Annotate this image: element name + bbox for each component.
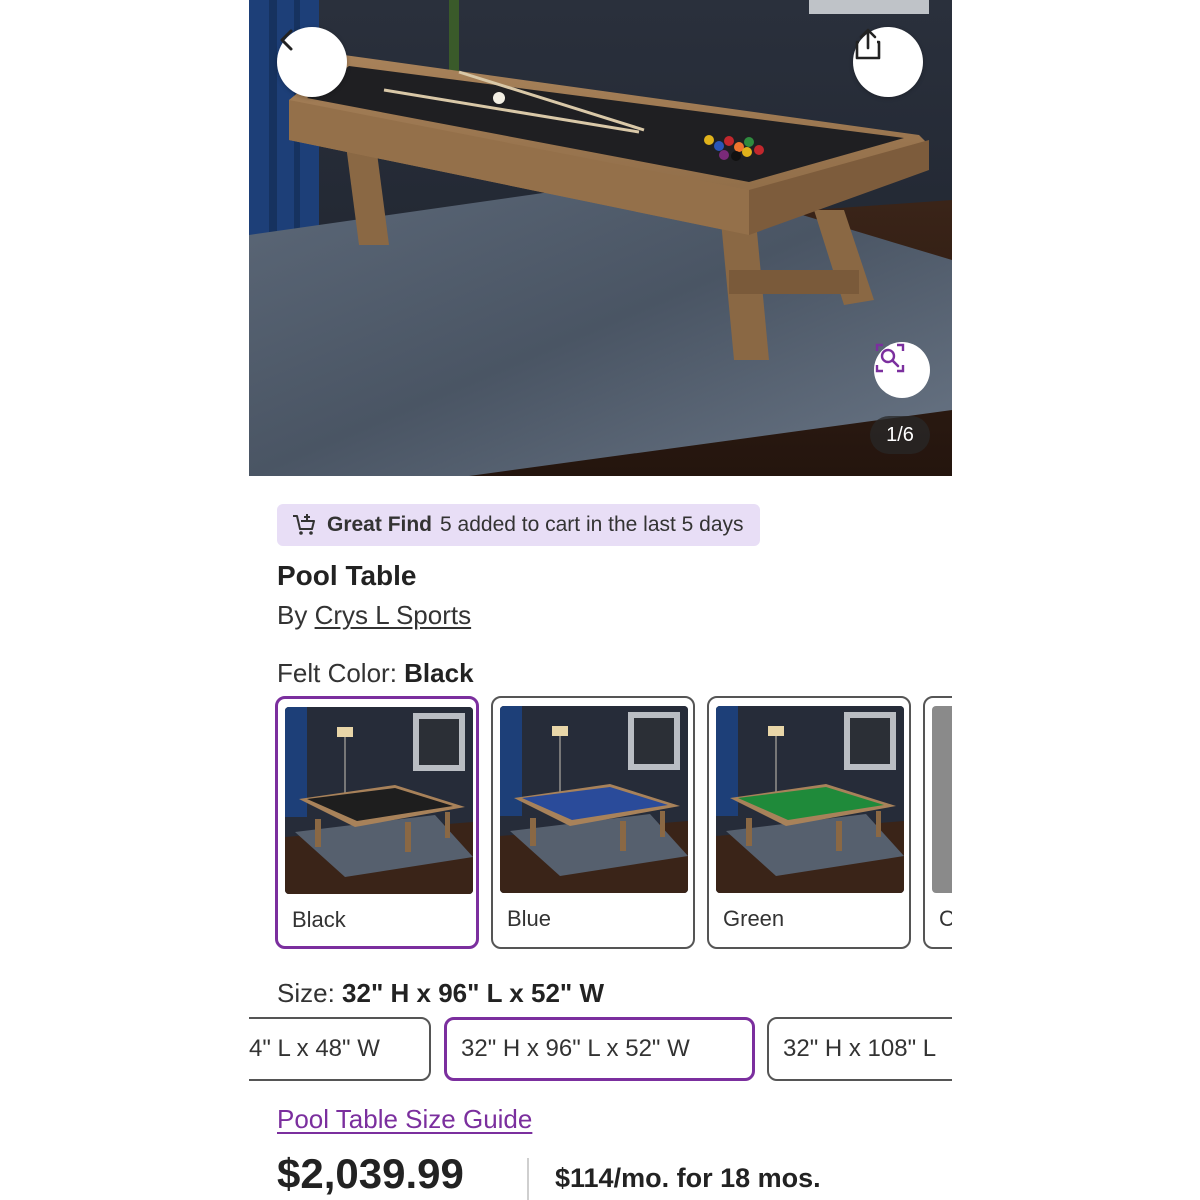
- felt-thumbnail: [500, 706, 688, 893]
- price-divider: [527, 1158, 529, 1200]
- felt-thumbnail: [716, 706, 904, 893]
- felt-color-options: Black Blue Green: [275, 696, 952, 950]
- size-selected: 32" H x 96" L x 52" W: [342, 978, 605, 1008]
- felt-color-prefix: Felt Color:: [277, 658, 397, 688]
- byline-prefix: By: [277, 600, 308, 630]
- size-option-label: 32" H x 108" L: [783, 1035, 937, 1062]
- felt-option-label: C: [939, 906, 952, 932]
- felt-option-label: Green: [723, 906, 785, 931]
- product-title: Pool Table: [277, 560, 417, 591]
- felt-thumbnail: [285, 707, 473, 894]
- cart-add-icon: [291, 513, 317, 537]
- brand-link[interactable]: Crys L Sports: [315, 600, 472, 630]
- felt-option-black[interactable]: Black: [275, 696, 479, 949]
- price: $2,039.99: [277, 1150, 464, 1197]
- great-find-badge: Great Find 5 added to cart in the last 5…: [277, 504, 760, 546]
- pool-table-photo: [249, 0, 952, 476]
- felt-color-selected: Black: [404, 658, 474, 688]
- felt-option-blue[interactable]: Blue: [491, 696, 695, 949]
- product-page: 1/6 Great Find 5 added to cart in the la…: [249, 0, 952, 1200]
- size-option-selected[interactable]: 32" H x 96" L x 52" W: [444, 1017, 755, 1081]
- size-guide-link[interactable]: Pool Table Size Guide: [277, 1104, 532, 1135]
- size-option-label: 4" L x 48" W: [249, 1035, 380, 1062]
- share-button[interactable]: [853, 27, 923, 97]
- size-option[interactable]: 4" L x 48" W: [249, 1017, 431, 1081]
- felt-option-partial[interactable]: C: [923, 696, 952, 949]
- image-counter: 1/6: [870, 416, 930, 454]
- felt-option-label: Black: [292, 907, 346, 932]
- visual-search-button[interactable]: [874, 342, 930, 398]
- felt-thumbnail: [932, 706, 952, 893]
- monthly-payment: $114/mo. for 18 mos.: [555, 1163, 821, 1193]
- size-option[interactable]: 32" H x 108" L: [767, 1017, 952, 1081]
- product-image[interactable]: 1/6: [249, 0, 952, 476]
- badge-text: 5 added to cart in the last 5 days: [440, 513, 744, 536]
- badge-title: Great Find: [327, 513, 433, 536]
- size-prefix: Size:: [277, 978, 335, 1008]
- felt-color-label: Felt Color: Black: [277, 658, 474, 689]
- back-button[interactable]: [277, 27, 347, 97]
- size-label: Size: 32" H x 96" L x 52" W: [277, 978, 604, 1009]
- felt-option-label: Blue: [507, 906, 552, 931]
- size-option-label: 32" H x 96" L x 52" W: [461, 1035, 690, 1062]
- byline: By Crys L Sports: [277, 600, 471, 631]
- felt-option-green[interactable]: Green: [707, 696, 911, 949]
